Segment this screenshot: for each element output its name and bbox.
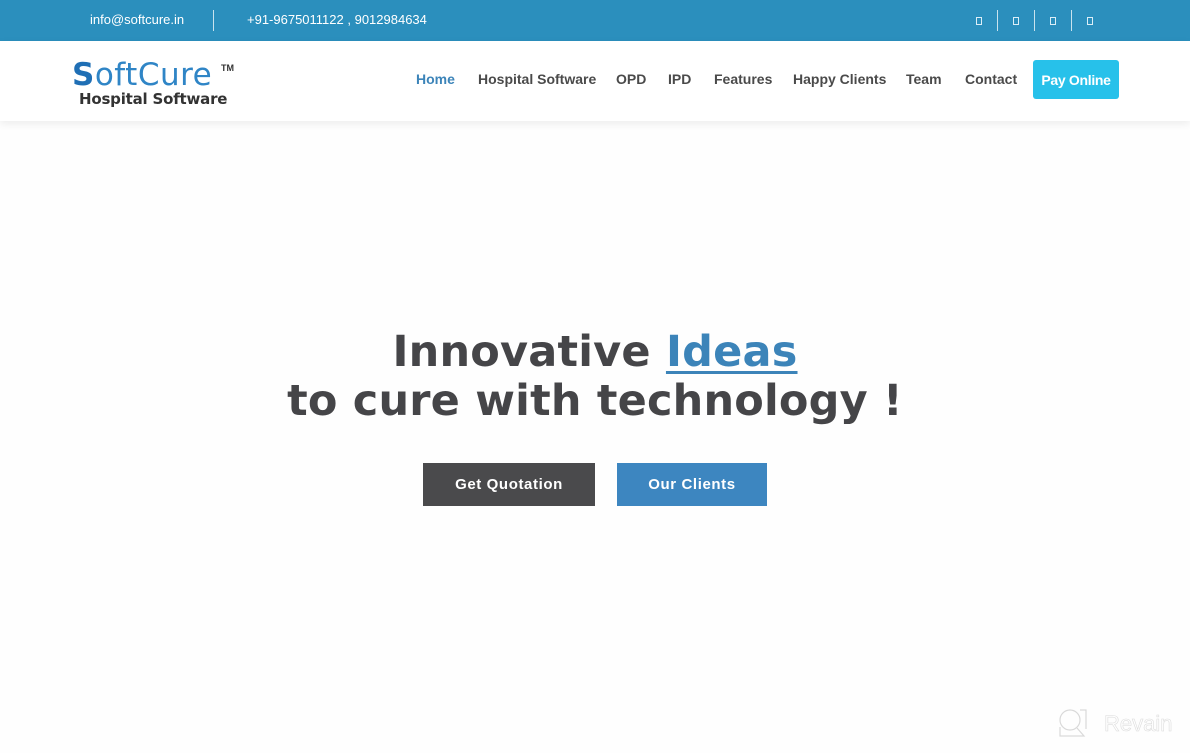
nav-ipd[interactable]: IPD [668, 71, 691, 87]
our-clients-button[interactable]: Our Clients [617, 463, 767, 506]
nav-happy-clients[interactable]: Happy Clients [793, 71, 886, 87]
main-header: SoftCure TM Hospital Software Home Hospi… [0, 41, 1190, 121]
hero-title-line-1: Innovative Ideas [0, 327, 1190, 377]
nav-home[interactable]: Home [416, 71, 455, 87]
divider [213, 10, 214, 31]
nav-team[interactable]: Team [906, 71, 942, 87]
nav-opd[interactable]: OPD [616, 71, 646, 87]
hero-title-line-2: to cure with technology ! [287, 376, 903, 426]
revain-text: Revain [1104, 711, 1173, 737]
social-glyph-icon [975, 16, 982, 25]
hero-title-highlight: Ideas [665, 327, 798, 377]
social-icon-2[interactable] [997, 10, 1034, 31]
social-icon-1[interactable] [960, 10, 997, 31]
social-glyph-icon [1050, 16, 1056, 25]
top-contact-bar: info@softcure.in +91-9675011122 , 901298… [0, 0, 1190, 41]
social-icon-4[interactable] [1071, 10, 1108, 31]
pay-online-button[interactable]: Pay Online [1033, 60, 1119, 99]
nav-hospital-software[interactable]: Hospital Software [478, 71, 596, 87]
phone-numbers[interactable]: +91-9675011122 , 9012984634 [247, 12, 427, 27]
nav-features[interactable]: Features [714, 71, 772, 87]
get-quotation-button[interactable]: Get Quotation [423, 463, 595, 506]
social-glyph-icon [1013, 16, 1019, 25]
hero-section: Innovative Ideas to cure with technology… [0, 121, 1190, 753]
main-nav: Home Hospital Software OPD IPD Features … [0, 41, 1190, 121]
revain-watermark: Revain [1056, 707, 1181, 741]
revain-logo-icon [1059, 709, 1087, 737]
social-glyph-icon [1087, 16, 1093, 25]
social-links [960, 10, 1108, 31]
hero-title-prefix: Innovative [392, 327, 666, 377]
social-icon-3[interactable] [1034, 10, 1071, 31]
email-link[interactable]: info@softcure.in [90, 12, 184, 27]
nav-contact[interactable]: Contact [965, 71, 1017, 87]
